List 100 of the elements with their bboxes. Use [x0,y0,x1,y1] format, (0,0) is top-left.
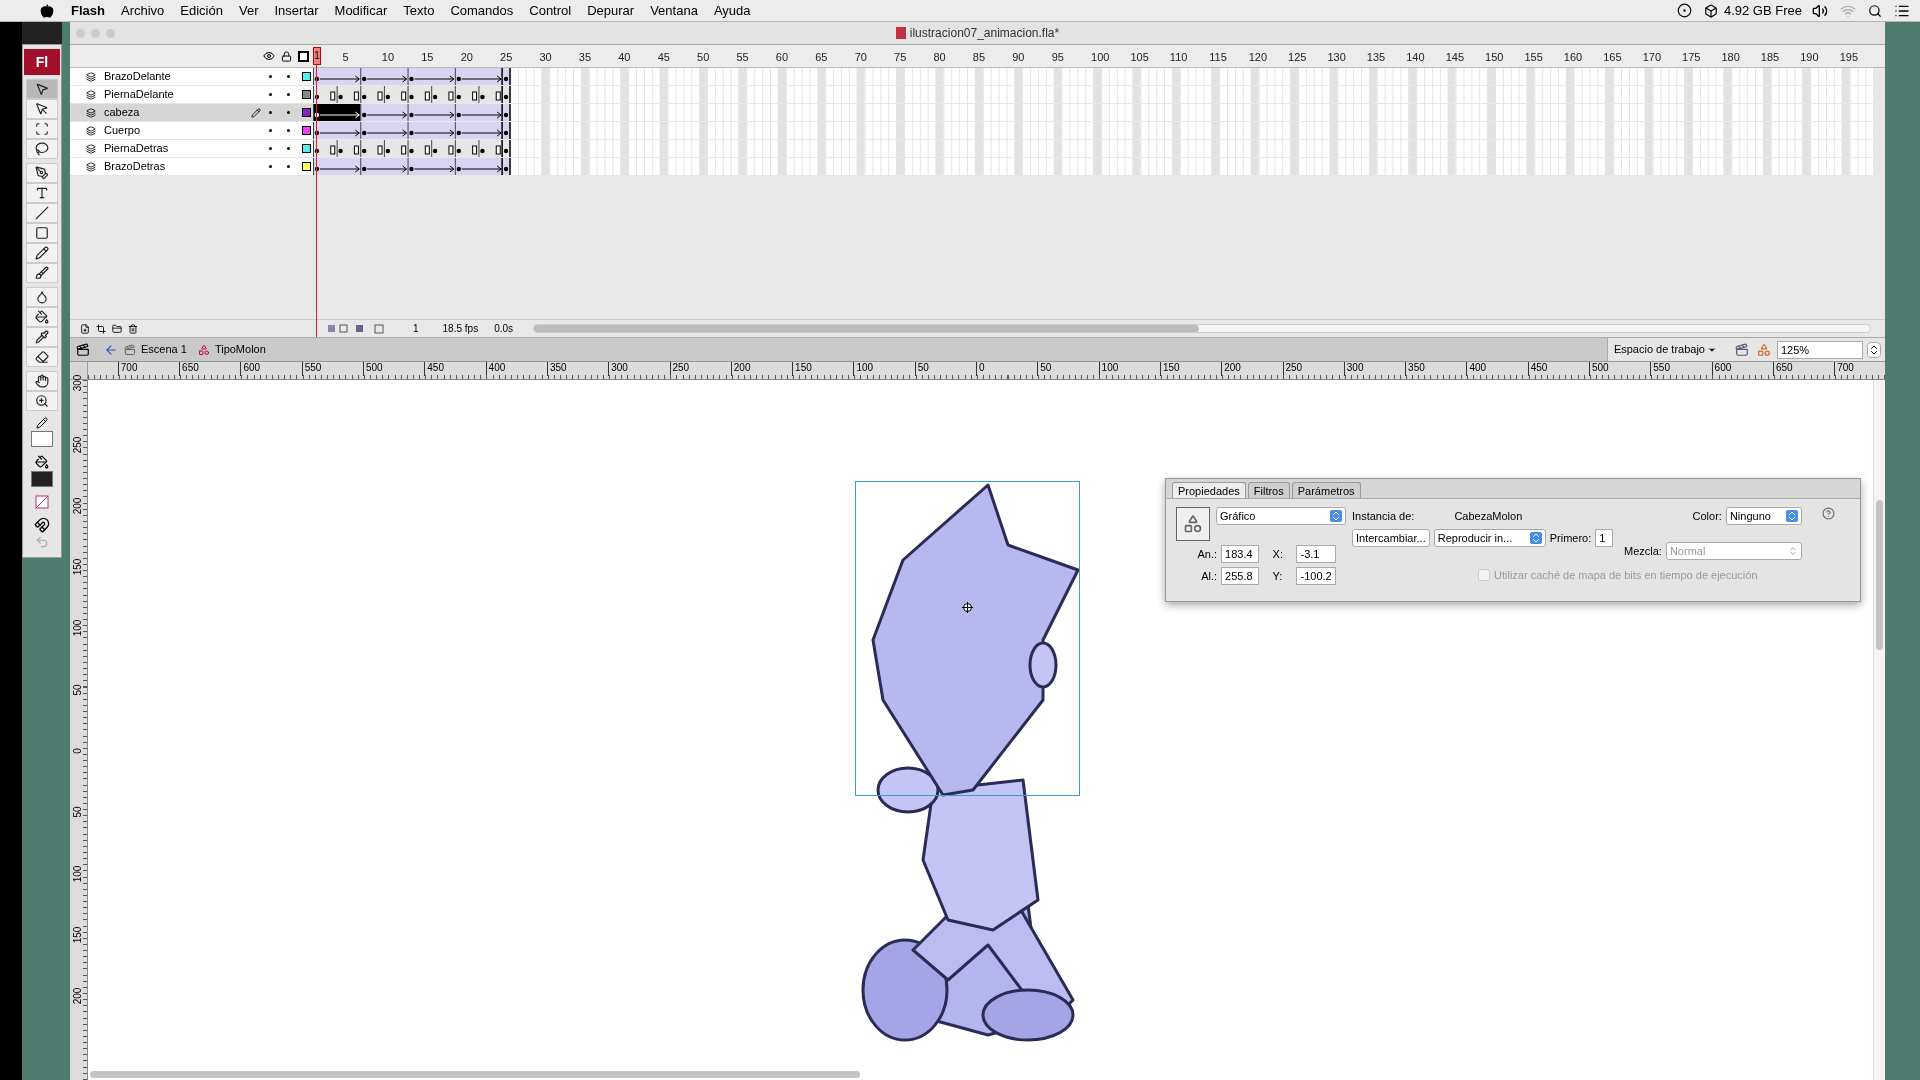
lock-icon[interactable] [281,50,292,62]
no-color-icon[interactable] [35,495,49,509]
tool-button[interactable] [26,183,58,203]
box-icon[interactable] [1703,3,1718,18]
tool-button[interactable] [26,79,58,99]
layer-name[interactable]: BrazoDetras [104,158,269,175]
tool-button[interactable] [26,99,58,119]
tool-button[interactable] [26,391,58,411]
trash-icon[interactable] [128,323,138,334]
layer-name[interactable]: PiernaDelante [104,86,269,103]
document-icon [895,27,906,39]
tool-button[interactable] [26,263,58,283]
height-field[interactable]: 255.8 [1221,567,1260,585]
scrollbar-track[interactable] [1873,380,1885,1080]
menu-item[interactable]: Edición [180,0,223,21]
panel-tab[interactable]: Propiedades [1172,482,1246,498]
swap-button[interactable]: Intercambiar... [1352,529,1430,547]
color-effect-dropdown[interactable]: Ninguno [1725,507,1802,525]
menu-item[interactable]: Insertar [274,0,319,21]
apple-icon[interactable] [40,3,54,18]
disk-space[interactable]: 4.92 GB Free [1723,0,1802,21]
tool-button[interactable] [26,163,58,183]
y-field[interactable]: -100.2 [1296,567,1337,585]
menu-item[interactable]: Ventana [650,0,698,21]
layer-row[interactable]: Cuerpo [70,122,313,140]
menu-item[interactable]: Archivo [120,0,165,21]
tool-button[interactable] [26,287,58,307]
menu-item[interactable]: Control [529,0,572,21]
layer-row[interactable]: cabeza [70,104,313,122]
first-frame-field[interactable]: 1 [1595,529,1614,547]
panel-tab[interactable]: Filtros [1247,482,1290,498]
scrollbar-thumb[interactable] [90,1071,860,1078]
menu-item[interactable]: Ayuda [713,0,751,21]
symbol-menu-icon[interactable] [1757,342,1771,357]
tool-button[interactable] [26,139,58,159]
back-arrow-icon[interactable] [104,342,118,357]
help-icon[interactable] [1821,507,1835,520]
selection-box[interactable] [855,481,1080,796]
breadcrumb-link[interactable]: Escena 1 [141,341,187,358]
ruler-label: 100 [1098,362,1119,376]
new-layer-icon[interactable] [80,323,90,334]
layer-color-swatch[interactable] [302,162,311,171]
play-mode-dropdown[interactable]: Reproducir in... [1433,529,1546,547]
tool-button[interactable] [26,243,58,263]
stroke-swatch[interactable] [31,431,53,447]
layer-row[interactable]: BrazoDelante [70,68,313,86]
edit-scene-icon[interactable] [76,342,90,357]
record-icon[interactable] [1676,3,1692,18]
scrollbar-thumb[interactable] [534,325,1200,332]
scrollbar-track[interactable] [533,324,1871,333]
layer-row[interactable]: PiernaDelante [70,86,313,104]
behavior-dropdown[interactable]: Gráfico [1216,507,1346,525]
volume-icon[interactable] [1812,2,1828,19]
layer-name[interactable]: Cuerpo [104,122,269,139]
fill-swatch[interactable] [31,471,53,487]
layer-color-swatch[interactable] [302,144,311,153]
guide-layer-icon[interactable] [96,323,106,334]
eye-icon[interactable] [263,50,275,62]
field-label: Primero: [1549,530,1592,546]
frame-row-drawing[interactable] [313,104,1874,122]
menu-item[interactable]: Depurar [587,0,635,21]
folder-icon[interactable] [112,323,122,334]
panel-tab[interactable]: Parámetros [1291,482,1361,498]
menu-item[interactable]: Comandos [450,0,514,21]
layer-name[interactable]: BrazoDelante [104,68,269,85]
layer-color-swatch[interactable] [302,108,311,117]
breadcrumb-link[interactable]: TipoMolon [214,341,266,358]
playhead-marker[interactable]: 1 [313,47,321,65]
magnet-icon[interactable] [34,517,50,533]
tool-button[interactable] [26,347,58,367]
layer-row[interactable]: BrazoDetras [70,158,313,176]
layer-color-swatch[interactable] [302,90,311,99]
tool-button[interactable] [26,371,58,391]
registration-point-icon[interactable] [962,602,973,613]
outline-icon[interactable] [298,50,309,62]
scrollbar-thumb[interactable] [1876,500,1883,650]
width-field[interactable]: 183.4 [1221,545,1260,563]
frame-number: 165 [1603,50,1622,65]
tool-button[interactable] [26,223,58,243]
x-field[interactable]: -3.1 [1296,545,1337,563]
stroke-color-icon[interactable] [36,417,48,429]
fill-color-icon[interactable] [35,455,49,469]
workspace-menu[interactable]: Espacio de trabajo [1613,341,1717,358]
layer-color-swatch[interactable] [302,126,311,135]
tool-button[interactable] [26,327,58,347]
ruler-label: 350 [1405,362,1425,376]
layer-row[interactable]: PiernaDetras [70,140,313,158]
menu-item[interactable]: Modificar [334,0,388,21]
zoom-field[interactable]: 125% [1777,340,1863,359]
search-icon[interactable] [1868,3,1882,18]
menu-item[interactable]: Ver [238,0,259,21]
scene-icon [124,343,136,356]
layer-name[interactable]: cabeza [104,104,251,121]
layer-color-swatch[interactable] [302,72,311,81]
menu-item[interactable]: Texto [403,0,435,21]
menu-item[interactable]: Flash [71,0,105,21]
layer-name[interactable]: PiernaDetras [104,140,269,157]
tool-button[interactable] [26,307,58,327]
scene-menu-icon[interactable] [1735,342,1749,357]
zoom-stepper-icon[interactable] [1867,341,1881,358]
